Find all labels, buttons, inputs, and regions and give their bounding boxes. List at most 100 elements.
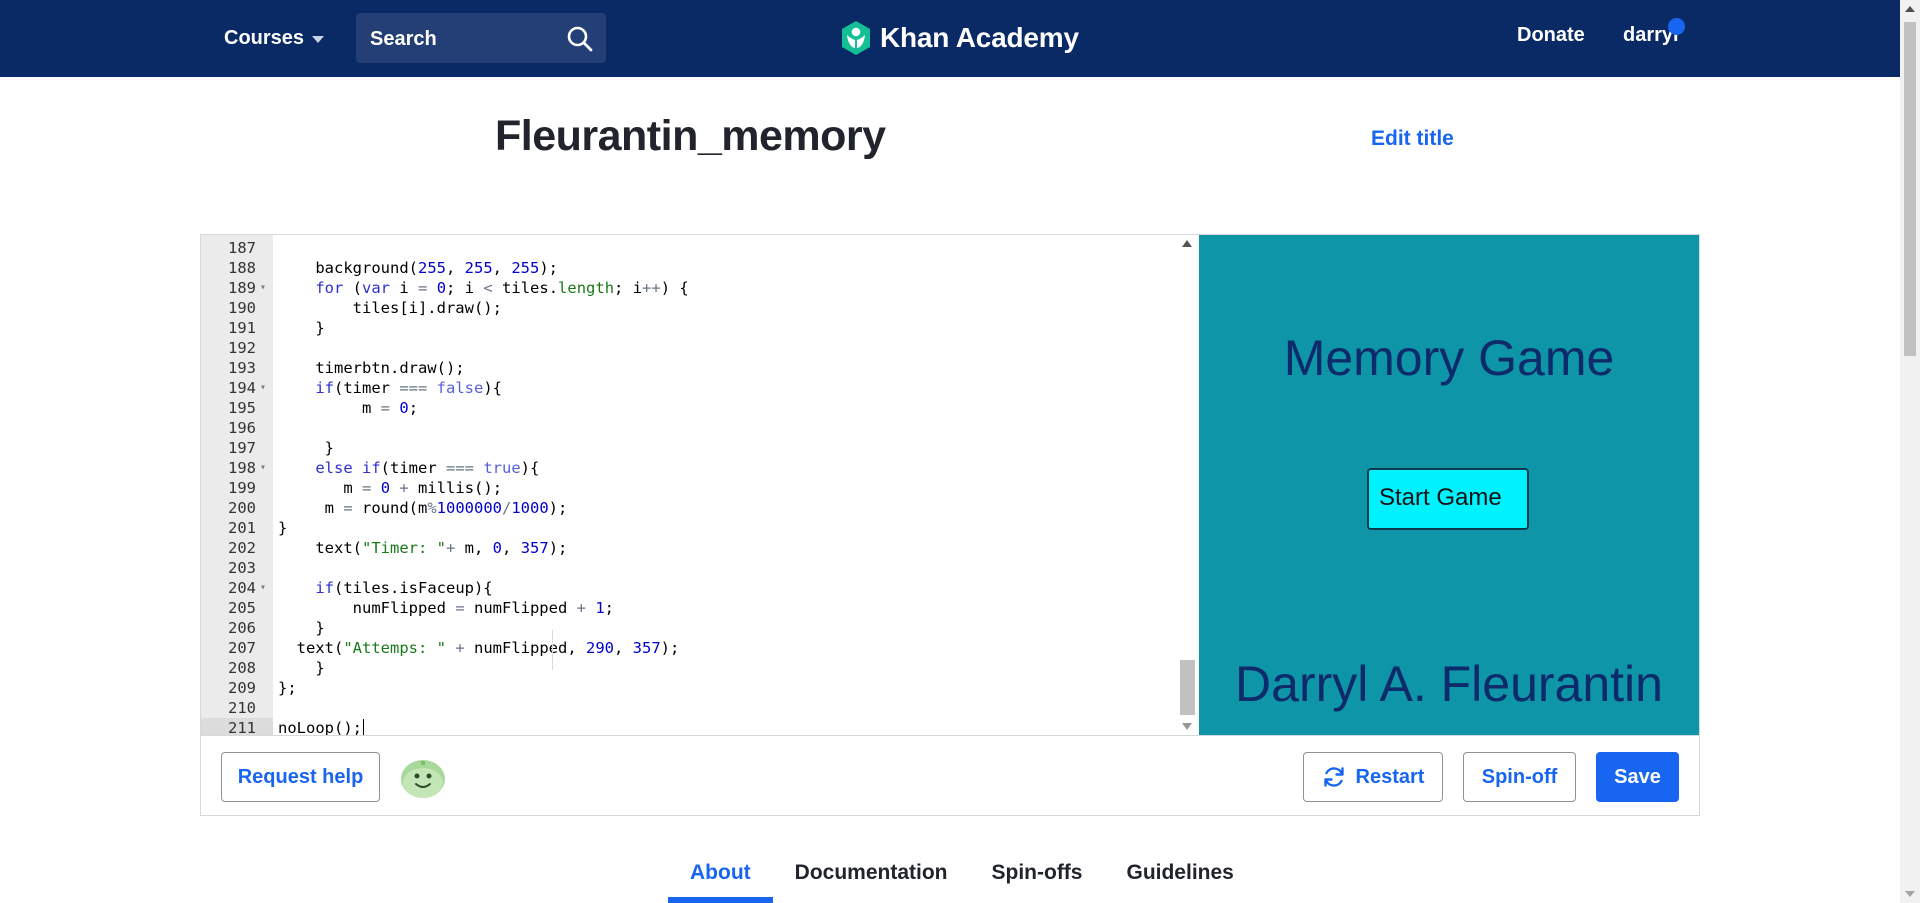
fold-toggle-icon[interactable]: ▾ (260, 278, 266, 298)
code-line[interactable]: 196 (201, 418, 1199, 438)
logo-text: Khan Academy (880, 22, 1079, 53)
code-text: else if(timer === true){ (315, 459, 540, 477)
editor-scrollbar[interactable] (1177, 235, 1199, 735)
tab-about[interactable]: About (668, 855, 773, 903)
code-line[interactable]: 201} (201, 518, 1199, 538)
line-number: 207 (228, 639, 256, 657)
code-line[interactable]: 190 tiles[i].draw(); (201, 298, 1199, 318)
line-number: 188 (228, 259, 256, 277)
khan-academy-logo[interactable]: Khan Academy (840, 18, 1079, 58)
code-line[interactable]: 194 ▾ if(timer === false){ (201, 378, 1199, 398)
spin-off-button[interactable]: Spin-off (1463, 752, 1576, 802)
line-number: 190 (228, 299, 256, 317)
page-scroll-thumb[interactable] (1904, 22, 1916, 356)
code-text: } (278, 619, 325, 637)
chevron-down-icon (312, 36, 325, 43)
courses-label: Courses (224, 26, 305, 49)
line-number: 192 (228, 339, 256, 357)
code-line[interactable]: 209}; (201, 678, 1199, 698)
line-number: 189 (228, 279, 256, 297)
line-number: 206 (228, 619, 256, 637)
code-line[interactable]: 195 m = 0; (201, 398, 1199, 418)
code-line[interactable]: 198 ▾ else if(timer === true){ (201, 458, 1199, 478)
page-scroll-down-icon[interactable] (1905, 891, 1915, 897)
line-number: 187 (228, 239, 256, 257)
donate-link[interactable]: Donate (1517, 24, 1585, 47)
line-number: 195 (228, 399, 256, 417)
tab-spin-offs[interactable]: Spin-offs (970, 855, 1105, 897)
code-line[interactable]: 206 } (201, 618, 1199, 638)
code-line[interactable]: 192 (201, 338, 1199, 358)
line-number: 211 (201, 718, 273, 735)
code-line[interactable]: 207 text("Attemps: " + numFlipped, 290, … (201, 638, 1199, 658)
page-scrollbar[interactable] (1900, 0, 1920, 903)
editor-scroll-thumb[interactable] (1180, 660, 1195, 715)
line-number: 204 (228, 579, 256, 597)
code-line[interactable]: 205 numFlipped = numFlipped + 1; (201, 598, 1199, 618)
code-text: m = round(m%1000000/1000); (278, 499, 568, 517)
code-text: }; (278, 679, 297, 697)
code-line[interactable]: 197 } (201, 438, 1199, 458)
author-name: Darryl A. Fleurantin (1235, 656, 1663, 712)
project-tabs: About Documentation Spin-offs Guidelines (668, 855, 1256, 903)
restart-button[interactable]: Restart (1303, 752, 1443, 802)
code-line[interactable]: 188 background(255, 255, 255); (201, 258, 1199, 278)
line-number: 200 (228, 499, 256, 517)
code-line[interactable]: 193 timerbtn.draw(); (201, 358, 1199, 378)
code-line[interactable]: 204 ▾ if(tiles.isFaceup){ (201, 578, 1199, 598)
code-line[interactable]: 210 (201, 698, 1199, 718)
code-line[interactable]: 211 noLoop(); (201, 718, 1199, 735)
code-text: numFlipped = numFlipped + 1; (278, 599, 615, 617)
fold-toggle-icon[interactable]: ▾ (260, 378, 266, 398)
code-line[interactable]: 191 } (201, 318, 1199, 338)
code-text: m = 0 + millis(); (278, 479, 503, 497)
khan-leaf-logo-icon (842, 21, 870, 55)
code-text: text("Timer: "+ m, 0, 357); (278, 539, 568, 557)
line-number: 198 (228, 459, 256, 477)
spin-off-label: Spin-off (1481, 765, 1558, 788)
code-line[interactable]: 208 } (201, 658, 1199, 678)
start-game-button[interactable]: Start Game (1367, 468, 1529, 530)
fold-toggle-icon[interactable]: ▾ (260, 578, 266, 598)
code-editor[interactable]: 187 188 background(255, 255, 255); 189 ▾ fo… (201, 235, 1199, 735)
code-line[interactable]: 189 ▾ for (var i = 0; i < tiles.length; i… (201, 278, 1199, 298)
line-number: 199 (228, 479, 256, 497)
code-line[interactable]: 187 (201, 238, 1199, 258)
restart-icon (1323, 767, 1344, 787)
code-line[interactable]: 199 m = 0 + millis(); (201, 478, 1199, 498)
search-input[interactable] (368, 13, 552, 65)
program-output-canvas[interactable]: Memory Game Start Game Darryl A. Fleuran… (1199, 235, 1699, 735)
restart-label: Restart (1355, 765, 1425, 788)
notification-badge (1668, 18, 1685, 35)
code-text: tiles[i].draw(); (278, 299, 502, 317)
code-text: if(tiles.isFaceup){ (315, 579, 493, 597)
editor-toolbar: Request help Restart Spin-off Save (201, 735, 1699, 815)
code-text: text("Attemps: " + numFlipped, 290, 357)… (278, 639, 680, 657)
code-text: } (278, 319, 325, 337)
line-number: 205 (228, 599, 256, 617)
line-number: 203 (228, 559, 256, 577)
code-text: timerbtn.draw(); (278, 359, 465, 377)
fold-toggle-icon[interactable]: ▾ (260, 458, 266, 478)
courses-menu-button[interactable]: Courses (224, 22, 325, 54)
tab-documentation[interactable]: Documentation (773, 855, 970, 897)
page-title: Fleurantin_memory (495, 112, 886, 160)
tab-guidelines[interactable]: Guidelines (1104, 855, 1255, 897)
indent-guide (552, 630, 553, 670)
code-line[interactable]: 203 (201, 558, 1199, 578)
scroll-down-arrow-icon[interactable] (1182, 723, 1192, 730)
request-help-button[interactable]: Request help (221, 752, 380, 802)
code-text: background(255, 255, 255); (278, 259, 558, 277)
save-label: Save (1614, 765, 1661, 788)
code-line[interactable]: 202 text("Timer: "+ m, 0, 357); (201, 538, 1199, 558)
line-number: 209 (228, 679, 256, 697)
edit-title-link[interactable]: Edit title (1371, 127, 1454, 151)
line-number: 197 (228, 439, 256, 457)
save-button[interactable]: Save (1596, 752, 1679, 802)
search-icon[interactable] (566, 25, 594, 53)
page-scroll-up-icon[interactable] (1905, 6, 1915, 12)
request-help-label: Request help (237, 765, 364, 788)
scroll-up-arrow-icon[interactable] (1182, 240, 1192, 247)
code-line[interactable]: 200 m = round(m%1000000/1000); (201, 498, 1199, 518)
code-text: } (278, 519, 288, 537)
